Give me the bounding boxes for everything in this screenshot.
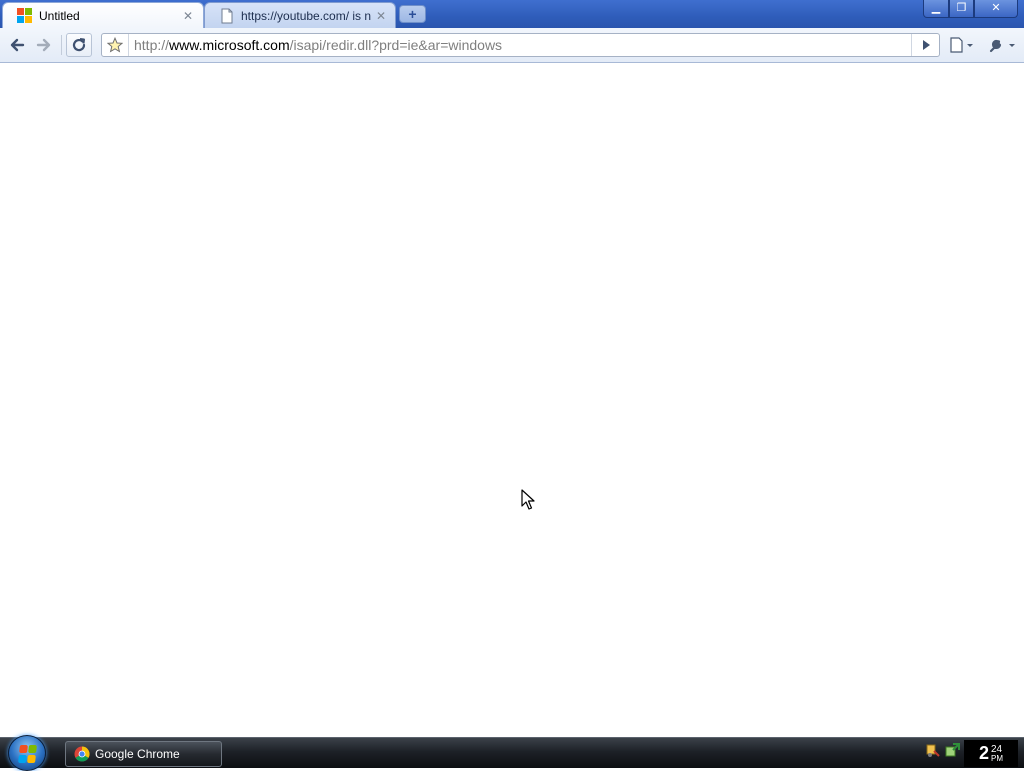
page-content[interactable] xyxy=(0,64,1024,737)
browser-toolbar: http://www.microsoft.com/isapi/redir.dll… xyxy=(0,28,1024,63)
clock-minute-ampm: 24 PM xyxy=(991,743,1003,763)
network-tools-icon[interactable] xyxy=(925,742,941,758)
reload-icon xyxy=(72,38,86,52)
forward-button[interactable] xyxy=(31,33,57,57)
back-button[interactable] xyxy=(4,33,30,57)
address-bar[interactable]: http://www.microsoft.com/isapi/redir.dll… xyxy=(101,33,940,57)
plus-icon: + xyxy=(408,6,417,22)
close-icon[interactable]: ✕ xyxy=(375,9,387,23)
taskbar-item-google-chrome[interactable]: Google Chrome xyxy=(65,741,222,767)
tools-menu-button[interactable] xyxy=(985,33,1019,57)
clock-ampm: PM xyxy=(991,753,1003,763)
start-button[interactable] xyxy=(8,735,46,771)
close-window-button[interactable]: ✕ xyxy=(974,0,1018,18)
forward-arrow-icon xyxy=(36,38,51,52)
window-controls: ▁ ❐ ✕ xyxy=(923,0,1018,18)
minimize-icon: ▁ xyxy=(931,2,941,14)
restore-icon: ❐ xyxy=(956,2,967,14)
chrome-icon xyxy=(74,746,90,762)
toolbar-separator xyxy=(61,35,62,55)
taskbar: Google Chrome 2 24 PM xyxy=(0,735,1024,771)
minimize-button[interactable]: ▁ xyxy=(923,0,949,18)
page-icon xyxy=(221,8,233,23)
page-menu-button[interactable] xyxy=(947,33,977,57)
taskbar-clock[interactable]: 2 24 PM xyxy=(964,740,1018,767)
clock-hour: 2 xyxy=(978,743,989,763)
restore-button[interactable]: ❐ xyxy=(949,0,974,18)
wrench-icon xyxy=(989,39,1015,53)
new-tab-button[interactable]: + xyxy=(399,5,426,23)
mouse-cursor-icon xyxy=(521,489,535,510)
go-arrow-icon xyxy=(922,40,930,50)
taskbar-item-label: Google Chrome xyxy=(95,747,180,761)
back-arrow-icon xyxy=(10,38,25,52)
tab-title: https://youtube.com/ is not ... xyxy=(241,8,372,23)
update-icon[interactable] xyxy=(945,742,961,758)
url-text[interactable]: http://www.microsoft.com/isapi/redir.dll… xyxy=(134,37,502,53)
system-tray xyxy=(925,742,961,758)
star-icon xyxy=(107,37,123,53)
close-icon[interactable]: ✕ xyxy=(181,9,195,23)
url-domain: www.microsoft.com xyxy=(169,37,290,53)
page-menu-icon xyxy=(950,37,973,53)
start-orb-icon xyxy=(18,745,38,763)
bookmark-star-button[interactable] xyxy=(102,34,129,56)
url-path: /isapi/redir.dll?prd=ie&ar=windows xyxy=(289,37,503,53)
windows-logo-icon xyxy=(17,7,33,24)
tab-strip: Untitled ✕ https://youtube.com/ is not .… xyxy=(0,0,1024,28)
close-icon: ✕ xyxy=(991,2,1001,14)
go-button[interactable] xyxy=(911,34,939,56)
url-prefix: http:// xyxy=(134,37,170,53)
tab-title: Untitled xyxy=(39,8,80,23)
tab-youtube[interactable]: https://youtube.com/ is not ... ✕ xyxy=(204,2,396,28)
clock-minute: 24 xyxy=(991,743,1003,755)
tab-untitled[interactable]: Untitled ✕ xyxy=(2,2,204,28)
reload-button[interactable] xyxy=(66,33,92,57)
